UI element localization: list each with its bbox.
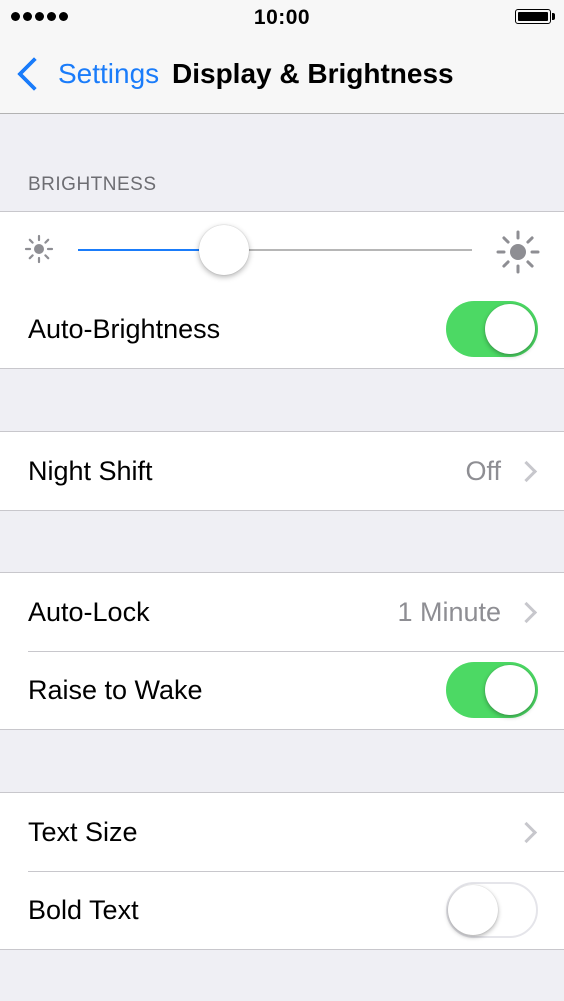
bold-text-toggle[interactable] bbox=[446, 882, 538, 938]
toggle-knob bbox=[485, 304, 535, 354]
page-title: Display & Brightness bbox=[172, 58, 454, 89]
auto-lock-row[interactable]: Auto-Lock 1 Minute bbox=[0, 573, 564, 651]
battery-icon bbox=[515, 9, 555, 26]
auto-lock-value: 1 Minute bbox=[397, 596, 501, 627]
sun-large-icon bbox=[496, 230, 540, 274]
back-button[interactable]: Settings bbox=[12, 54, 159, 94]
auto-lock-label: Auto-Lock bbox=[28, 596, 150, 627]
bold-text-row: Bold Text bbox=[0, 871, 564, 949]
brightness-slider[interactable] bbox=[78, 225, 472, 275]
chevron-right-icon bbox=[515, 460, 538, 482]
raise-to-wake-label: Raise to Wake bbox=[28, 674, 203, 705]
night-shift-value: Off bbox=[465, 455, 501, 486]
auto-brightness-toggle[interactable] bbox=[446, 301, 538, 357]
lock-group: Auto-Lock 1 Minute Raise to Wake bbox=[0, 572, 564, 730]
night-shift-label: Night Shift bbox=[28, 455, 153, 486]
toggle-knob bbox=[485, 665, 535, 715]
text-group: Text Size Bold Text bbox=[0, 792, 564, 950]
brightness-group: Auto-Brightness bbox=[0, 211, 564, 369]
section-header-brightness: BRIGHTNESS bbox=[28, 174, 157, 195]
sun-small-icon bbox=[24, 234, 54, 264]
battery-fill bbox=[518, 12, 548, 21]
navigation-bar: Settings Display & Brightness bbox=[0, 36, 564, 114]
brightness-slider-row bbox=[0, 212, 564, 290]
bold-text-label: Bold Text bbox=[28, 894, 139, 925]
raise-to-wake-toggle[interactable] bbox=[446, 662, 538, 718]
chevron-left-icon bbox=[17, 57, 51, 91]
status-time: 10:00 bbox=[253, 6, 311, 29]
brightness-slider-thumb[interactable] bbox=[198, 225, 249, 275]
chevron-right-icon bbox=[515, 601, 538, 623]
status-bar: 10:00 bbox=[0, 0, 564, 36]
text-size-label: Text Size bbox=[28, 816, 138, 847]
night-shift-row[interactable]: Night Shift Off bbox=[0, 432, 564, 510]
auto-brightness-label: Auto-Brightness bbox=[28, 313, 221, 344]
raise-to-wake-row: Raise to Wake bbox=[0, 651, 564, 729]
chevron-right-icon bbox=[515, 821, 538, 843]
toggle-knob bbox=[448, 885, 498, 935]
auto-brightness-row: Auto-Brightness bbox=[0, 290, 564, 368]
text-size-row[interactable]: Text Size bbox=[0, 793, 564, 871]
back-button-label: Settings bbox=[58, 58, 160, 89]
night-shift-group: Night Shift Off bbox=[0, 431, 564, 511]
